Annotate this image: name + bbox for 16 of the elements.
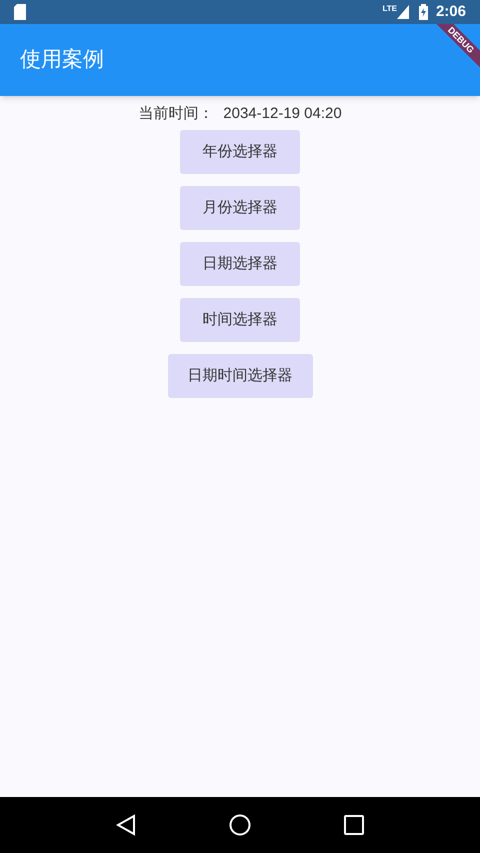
sd-card-icon [14, 4, 26, 20]
picker-button[interactable]: 日期选择器 [180, 242, 300, 286]
network-label: LTE [382, 3, 397, 15]
current-time-value: 2034-12-19 04:20 [223, 104, 342, 124]
picker-button[interactable]: 时间选择器 [180, 298, 300, 342]
picker-button[interactable]: 月份选择器 [180, 186, 300, 230]
current-time-label: 当前时间： [138, 104, 214, 124]
home-icon[interactable] [228, 814, 251, 836]
picker-button[interactable]: 年份选择器 [180, 130, 300, 174]
status-time: 2:06 [436, 2, 466, 22]
picker-button[interactable]: 日期时间选择器 [168, 354, 312, 398]
signal-icon [396, 5, 409, 19]
back-icon[interactable] [116, 814, 136, 836]
battery-charging-icon [418, 4, 428, 20]
app-title: 使用案例 [20, 47, 104, 74]
recents-icon[interactable] [344, 815, 364, 835]
